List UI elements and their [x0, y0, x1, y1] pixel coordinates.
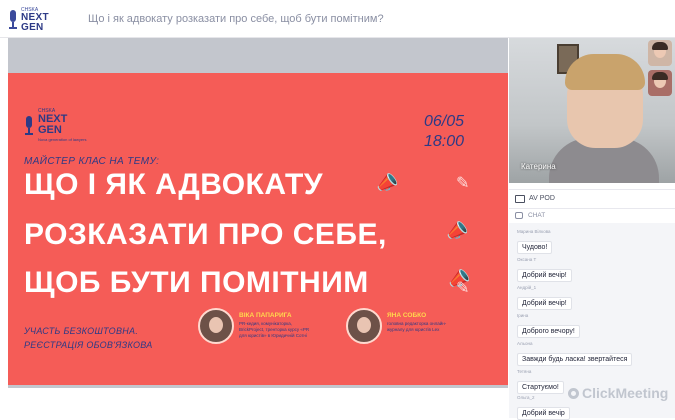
message-author: Ірина — [517, 313, 529, 318]
speaker-card: ВІКА ПАПАРИГА PR-кедия, комунікаторка, B… — [198, 308, 311, 344]
av-pod-bar[interactable]: AV POD — [509, 189, 675, 209]
microphone-icon — [24, 115, 34, 136]
event-time: 18:00 — [423, 133, 464, 150]
message-text: Доброго вечору! — [517, 325, 580, 338]
message-text: Добрий вечір! — [517, 269, 572, 282]
message-author: Альона — [517, 341, 533, 346]
speaker-card: ЯНА СОБКО головна редакторка онлайн-журн… — [346, 308, 459, 344]
message-text: Завжди будь ласка! звертайтеся — [517, 353, 633, 366]
megaphone-icon: 📣 — [443, 218, 471, 244]
chat-title: CHAT — [528, 212, 546, 219]
slide-logo-sub: Nova generation of lawyers — [38, 137, 87, 142]
meeting-title: Що і як адвокату розказати про себе, щоб… — [88, 13, 384, 25]
chat-message: Альона Завжди будь ласка! звертайтеся — [517, 341, 633, 366]
av-pod-label: AV POD — [529, 195, 555, 202]
logo-next-text: NEXT — [21, 11, 49, 23]
headline-line-2: РОЗКАЗАТИ ПРО СЕБЕ, — [24, 218, 387, 251]
watermark-text: ClickMeeting — [582, 385, 669, 401]
chat-message: Оксана Т Добрий вечір! — [517, 257, 572, 282]
clickmeeting-logo-icon — [568, 388, 579, 399]
speaker-photo — [346, 308, 382, 344]
message-author: Андрій_1 — [517, 285, 537, 290]
message-text: Чудово! — [517, 241, 553, 254]
message-text: Добрий вечір! — [517, 297, 572, 310]
chat-message: Ірина Доброго вечору! — [517, 313, 580, 338]
megaphone-icon: 📣 — [373, 170, 401, 196]
chat-message: Тетяна Стартуємо! — [517, 369, 564, 394]
top-bar: CHSKA NEXT GEN Що і як адвокату розказат… — [0, 0, 675, 38]
message-author: Ольга_2 — [517, 395, 535, 400]
message-text: Стартуємо! — [517, 381, 564, 394]
chat-message: Марина Вілкова Чудово! — [517, 229, 553, 254]
free-participation-text: УЧАСТЬ БЕЗКОШТОВНА. — [24, 326, 139, 336]
slide-logo-gen: GEN — [38, 124, 62, 136]
doodle-icon: ✎ — [456, 175, 470, 192]
presentation-slide: CHSKA NEXT GEN Nova generation of lawyer… — [8, 73, 508, 385]
message-author: Оксана Т — [517, 257, 537, 262]
registration-text: РЕЄСТРАЦІЯ ОБОВ'ЯЗКОВА — [24, 340, 153, 350]
chat-header[interactable]: CHAT — [509, 209, 675, 223]
speaker-description: PR-кедия, комунікаторка, BrickProject, т… — [239, 321, 310, 338]
speaker-name: ЯНА СОБКО — [387, 312, 427, 319]
headline-line-3: ЩОБ БУТИ ПОМІТНИМ — [24, 266, 369, 299]
chat-icon — [515, 212, 523, 219]
slide-subtitle: МАЙСТЕР КЛАС НА ТЕМУ: — [24, 156, 160, 167]
app-logo[interactable]: CHSKA NEXT GEN — [8, 6, 52, 34]
clickmeeting-watermark: ClickMeeting — [568, 385, 668, 401]
message-text: Добрий вечір — [517, 407, 570, 420]
message-author: Тетяна — [517, 369, 532, 374]
speaker-photo — [198, 308, 234, 344]
participant-thumbnail[interactable] — [648, 70, 672, 96]
event-date: 06/05 — [423, 113, 464, 130]
microphone-icon — [8, 10, 18, 30]
slide-logo: CHSKA NEXT GEN Nova generation of lawyer… — [24, 109, 86, 142]
speaker-name: ВІКА ПАПАРИГА — [239, 312, 292, 319]
doodle-icon: ✎ — [456, 280, 470, 297]
camera-icon — [515, 195, 525, 203]
headline-line-1: ЩО І ЯК АДВОКАТУ — [24, 168, 323, 201]
chat-message: Ольга_2 Добрий вечір — [517, 395, 570, 420]
chat-message: Андрій_1 Добрий вечір! — [517, 285, 572, 310]
speaker-description: головна редакторка онлайн-журналу для юр… — [387, 321, 447, 332]
presenter-name: Катерина — [521, 162, 556, 171]
participant-thumbnail[interactable] — [648, 40, 672, 66]
message-author: Марина Вілкова — [517, 229, 551, 234]
logo-gen-text: GEN — [21, 21, 44, 33]
